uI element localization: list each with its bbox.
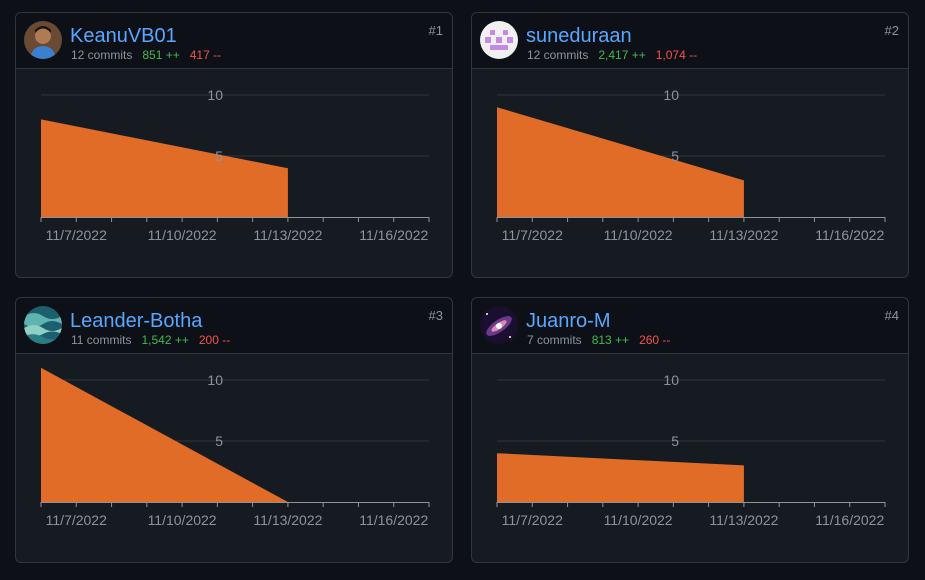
commit-count[interactable]: 11 commits [71,333,131,347]
y-tick-label: 5 [215,433,223,449]
x-tick-label: 11/10/2022 [148,227,217,243]
x-tick-label: 11/16/2022 [359,512,428,528]
x-tick-label: 11/13/2022 [709,227,778,243]
contributor-card: suneduraan 12 commits 2,417 ++ 1,074 -- #2… [471,12,909,278]
username-link[interactable]: Juanro-M [526,310,610,333]
deletions-count: 417 -- [189,48,222,62]
x-tick-label: 11/10/2022 [604,512,673,528]
x-tick-label: 11/13/2022 [253,512,322,528]
commit-area [41,367,288,502]
commit-stats: 11 commits 1,542 ++ 200 -- [71,333,230,347]
additions-count: 813 ++ [591,333,630,347]
identicon-avatar-icon[interactable] [480,21,518,59]
y-tick-label: 5 [671,433,679,449]
commit-activity-chart: 10 5 11/7/2022 11/10/2022 11/13/2022 11/16/20… [40,367,430,528]
avatar-photo-icon[interactable] [24,21,62,59]
x-tick-label: 11/7/2022 [46,227,107,243]
contributor-card: Leander-Botha 11 commits 1,542 ++ 200 -- #… [15,297,453,563]
card-header: Leander-Botha 11 commits 1,542 ++ 200 -- #… [16,298,452,354]
commit-area [497,453,744,502]
x-tick-label: 11/16/2022 [815,227,884,243]
commit-count[interactable]: 7 commits [527,333,582,347]
commit-area [497,107,744,217]
card-header: suneduraan 12 commits 2,417 ++ 1,074 -- #2 [472,13,908,69]
x-tick-label: 11/13/2022 [253,227,322,243]
x-tick-label: 11/10/2022 [604,227,673,243]
deletions-count: 1,074 -- [655,48,698,62]
additions-count: 851 ++ [142,48,180,62]
x-tick-label: 11/7/2022 [502,512,563,528]
y-tick-label: 10 [207,87,223,103]
x-tick-label: 11/10/2022 [148,512,217,528]
card-header: Juanro-M 7 commits 813 ++ 260 -- #4 [472,298,908,354]
additions-count: 1,542 ++ [141,333,189,347]
deletions-count: 260 -- [639,333,671,347]
commit-stats: 7 commits 813 ++ 260 -- [527,333,670,347]
commit-count[interactable]: 12 commits [527,48,588,62]
contributor-card: Juanro-M 7 commits 813 ++ 260 -- #4 10 5 11/… [471,297,909,563]
contributor-card: KeanuVB01 12 commits 851 ++ 417 -- #1 10 5 1… [15,12,453,278]
username-link[interactable]: suneduraan [526,25,632,48]
rank-badge: #3 [428,308,443,323]
ocean-avatar-icon[interactable] [24,306,62,344]
commit-activity-chart: 10 5 11/7/2022 11/10/2022 11/13/2022 11/16/20… [40,87,430,243]
commit-area [41,119,288,217]
y-tick-label: 5 [671,148,679,164]
x-tick-label: 11/16/2022 [359,227,428,243]
username-link[interactable]: KeanuVB01 [70,25,177,48]
y-tick-label: 5 [215,148,223,164]
x-tick-label: 11/7/2022 [46,512,107,528]
y-tick-label: 10 [663,87,679,103]
username-link[interactable]: Leander-Botha [70,310,202,333]
rank-badge: #4 [884,308,899,323]
deletions-count: 200 -- [198,333,231,347]
additions-count: 2,417 ++ [598,48,646,62]
commit-stats: 12 commits 2,417 ++ 1,074 -- [527,48,697,62]
x-tick-label: 11/13/2022 [709,512,778,528]
commit-count[interactable]: 12 commits [71,48,132,62]
commit-stats: 12 commits 851 ++ 417 -- [71,48,221,62]
card-header: KeanuVB01 12 commits 851 ++ 417 -- #1 [16,13,452,69]
y-tick-label: 10 [663,372,679,388]
x-tick-label: 11/7/2022 [502,227,563,243]
rank-badge: #2 [884,23,899,38]
galaxy-avatar-icon[interactable] [480,306,518,344]
commit-activity-chart: 10 5 11/7/2022 11/10/2022 11/13/2022 11/16/20… [496,372,886,528]
commit-activity-chart: 10 5 11/7/2022 11/10/2022 11/13/2022 11/16/20… [496,87,886,243]
y-tick-label: 10 [207,372,223,388]
x-tick-label: 11/16/2022 [815,512,884,528]
rank-badge: #1 [428,23,443,38]
